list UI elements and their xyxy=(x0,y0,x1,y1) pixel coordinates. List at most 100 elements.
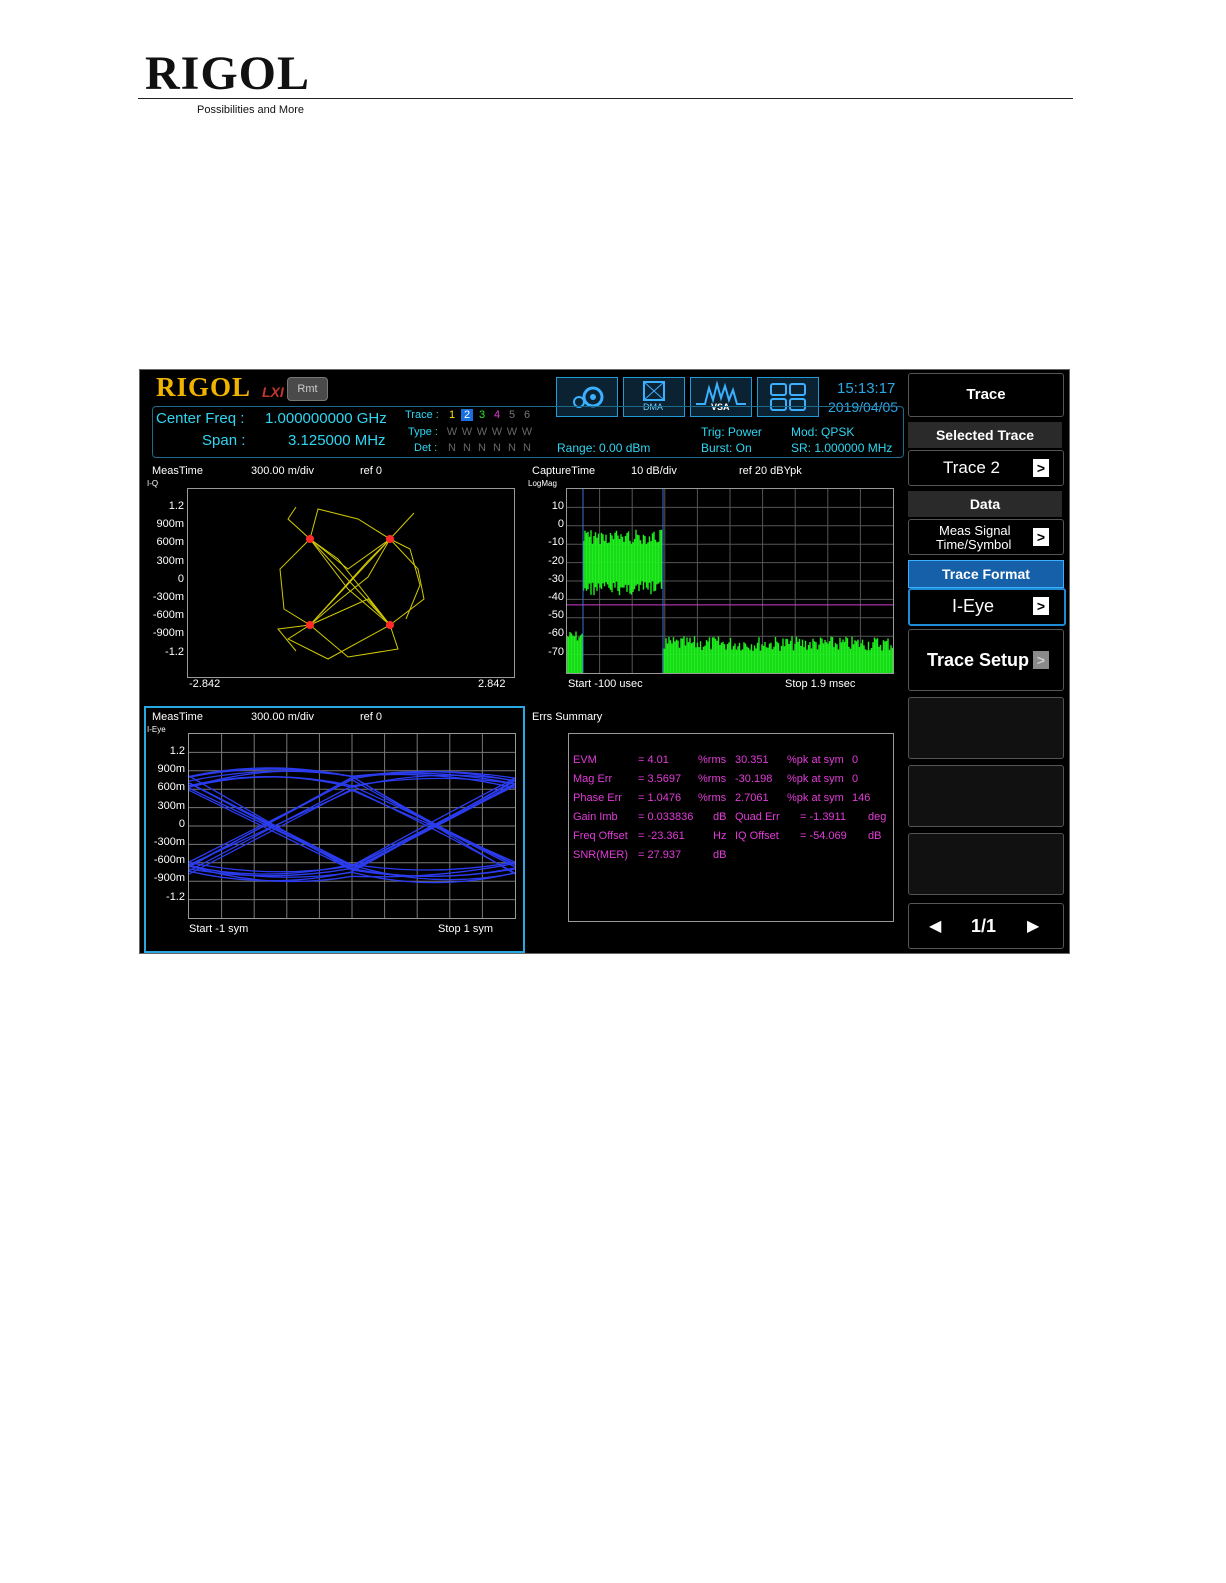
spec-format: LogMag xyxy=(528,479,557,488)
eye-scale: 300.00 m/div xyxy=(251,711,314,723)
errs-cell: Mag Err xyxy=(573,773,613,785)
y-tick-label: -50 xyxy=(548,609,564,622)
errs-cell: 146 xyxy=(852,792,871,804)
trace-type-2: W xyxy=(461,426,473,438)
chevron-right-icon: > xyxy=(1033,459,1049,477)
span-label[interactable]: Span : xyxy=(202,432,245,449)
errs-title: Errs Summary xyxy=(532,711,603,723)
eye-stop: Stop 1 sym xyxy=(438,923,494,935)
eye-diagram-plot[interactable] xyxy=(188,733,516,919)
y-tick-label: -900m xyxy=(152,627,184,640)
data-button[interactable]: Meas Signal Time/Symbol > xyxy=(908,519,1064,555)
y-tick-label: 900m xyxy=(157,763,185,776)
trace-setup-label: Trace Setup xyxy=(927,650,1030,670)
trace-type-6: W xyxy=(521,426,533,438)
y-tick-label: 0 xyxy=(178,817,185,830)
selected-trace-value: Trace 2 xyxy=(943,458,1001,477)
spec-title: CaptureTime xyxy=(532,465,596,477)
data-label: Data xyxy=(908,491,1062,517)
errs-cell: = -23.361 xyxy=(638,830,685,842)
errs-cell: = 3.5697 xyxy=(638,773,682,785)
range-value: Range: 0.00 dBm xyxy=(557,441,651,455)
chevron-right-icon: > xyxy=(1033,597,1049,615)
span-value[interactable]: 3.125000 MHz xyxy=(288,432,386,449)
y-tick-label: -70 xyxy=(548,645,564,658)
y-tick-label: 900m xyxy=(156,518,184,531)
center-freq-label[interactable]: Center Freq : xyxy=(156,410,244,427)
trig-value: Trig: Power xyxy=(701,425,762,439)
errs-cell: 0 xyxy=(852,773,859,785)
trace-format-value: I-Eye xyxy=(952,596,995,616)
y-tick-label: -10 xyxy=(548,536,564,549)
errs-cell: = 4.01 xyxy=(638,754,669,766)
trace-number-5[interactable]: 5 xyxy=(506,409,518,421)
y-tick-label: -300m xyxy=(152,591,184,603)
iq-start: -2.842 xyxy=(189,678,221,690)
eye-format: I-Eye xyxy=(147,725,166,734)
trace-det-6: N xyxy=(523,442,531,454)
errs-cell: = -54.069 xyxy=(800,830,847,842)
trace-number-1[interactable]: 1 xyxy=(446,409,458,421)
empty-softkey-1[interactable] xyxy=(908,697,1064,759)
center-freq-value[interactable]: 1.000000000 GHz xyxy=(265,410,387,427)
iq-stop: 2.842 xyxy=(478,678,506,690)
trace-det-4: N xyxy=(493,442,501,454)
doc-tagline: Possibilities and More xyxy=(197,104,304,116)
iq-format: I-Q xyxy=(147,479,159,488)
y-tick-label: -600m xyxy=(152,609,184,622)
spec-ref: ref 20 dBYpk xyxy=(739,465,802,477)
prev-page-icon[interactable]: ◀ xyxy=(929,916,941,936)
errs-cell: = 0.033836 xyxy=(638,811,694,823)
trace-number-2[interactable]: 2 xyxy=(461,409,473,421)
mod-value: Mod: QPSK xyxy=(791,425,855,439)
trace-number-3[interactable]: 3 xyxy=(476,409,488,421)
trace-det-2: N xyxy=(463,442,471,454)
remote-indicator[interactable]: Rmt xyxy=(287,377,328,401)
errs-cell: deg xyxy=(868,811,887,823)
trace-type-5: W xyxy=(506,426,518,438)
trace-setup-button[interactable]: Trace Setup > xyxy=(908,629,1064,691)
trace-type-4: W xyxy=(491,426,503,438)
iq-scale: 300.00 m/div xyxy=(251,465,314,477)
errs-cell: 30.351 xyxy=(735,754,769,766)
trace-number-6[interactable]: 6 xyxy=(521,409,533,421)
spec-stop: Stop 1.9 msec xyxy=(785,678,856,690)
errs-cell: = 1.0476 xyxy=(638,792,682,804)
analyzer-screen: RIGOL LXI Rmt DMA VSA 15:13:17 2019/04/0… xyxy=(139,369,1070,954)
trace-format-button[interactable]: I-Eye > xyxy=(908,588,1066,626)
errs-cell: %pk at sym xyxy=(787,754,844,766)
empty-softkey-3[interactable] xyxy=(908,833,1064,895)
y-tick-label: -1.2 xyxy=(165,645,184,658)
errs-cell: dB xyxy=(713,849,727,861)
y-tick-label: 0 xyxy=(177,572,184,585)
y-tick-label: -20 xyxy=(548,554,564,567)
y-tick-label: 10 xyxy=(551,500,564,512)
trace-label: Trace : xyxy=(405,409,439,421)
selected-trace-button[interactable]: Trace 2 > xyxy=(908,450,1064,486)
type-label: Type : xyxy=(408,426,438,438)
errs-cell: %pk at sym xyxy=(787,792,844,804)
iq-constellation-plot[interactable] xyxy=(187,488,515,678)
trace-format-label: Trace Format xyxy=(908,560,1064,588)
y-tick-label: 1.2 xyxy=(169,745,185,757)
y-tick-label: 300m xyxy=(157,799,185,812)
capture-time-plot[interactable] xyxy=(566,488,894,674)
trace-number-4[interactable]: 4 xyxy=(491,409,503,421)
y-tick-label: -900m xyxy=(153,872,185,885)
errs-cell: %rms xyxy=(698,792,727,804)
trace-det-5: N xyxy=(508,442,516,454)
trace-det-1: N xyxy=(448,442,456,454)
errs-cell: 0 xyxy=(852,754,859,766)
y-tick-label: -600m xyxy=(153,854,185,867)
errs-cell: EVM xyxy=(573,754,597,766)
selected-trace-label: Selected Trace xyxy=(908,422,1062,448)
errs-cell: Freq Offset xyxy=(573,830,628,842)
y-tick-label: 600m xyxy=(157,781,185,794)
iq-ref: ref 0 xyxy=(360,465,383,477)
empty-softkey-2[interactable] xyxy=(908,765,1064,827)
iq-title: MeasTime xyxy=(152,465,203,477)
errs-cell: -30.198 xyxy=(735,773,773,785)
next-page-icon[interactable]: ▶ xyxy=(1027,916,1039,936)
errs-cell: IQ Offset xyxy=(735,830,779,842)
y-tick-label: -60 xyxy=(548,627,564,640)
